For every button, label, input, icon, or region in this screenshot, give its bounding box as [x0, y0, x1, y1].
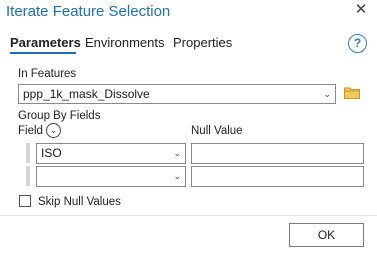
- null-value-header: Null Value: [191, 125, 243, 137]
- dialog-window: Iterate Feature Selection ✕ Parameters E…: [0, 0, 377, 253]
- field-header: Field: [18, 125, 43, 137]
- tab-environments[interactable]: Environments: [85, 35, 164, 51]
- field-value: ISO: [41, 146, 62, 160]
- help-icon[interactable]: ?: [348, 34, 367, 53]
- tab-properties[interactable]: Properties: [173, 35, 232, 51]
- field-combo[interactable]: ⌄: [36, 166, 186, 187]
- in-features-combo[interactable]: ppp_1k_mask_Dissolve ⌄: [18, 84, 336, 104]
- chevron-down-icon[interactable]: ⌄: [46, 123, 61, 138]
- footer-divider: [0, 215, 377, 216]
- field-combo[interactable]: ISO ⌄: [36, 143, 186, 164]
- tab-parameters[interactable]: Parameters: [10, 35, 81, 51]
- chevron-down-icon[interactable]: ⌄: [173, 167, 181, 185]
- folder-icon[interactable]: [344, 86, 360, 99]
- row-handle[interactable]: [26, 143, 30, 163]
- in-features-value: ppp_1k_mask_Dissolve: [23, 87, 150, 101]
- skip-null-checkbox[interactable]: [19, 195, 31, 207]
- chevron-down-icon[interactable]: ⌄: [323, 85, 331, 103]
- ok-button[interactable]: OK: [289, 223, 364, 247]
- dialog-title: Iterate Feature Selection: [6, 3, 171, 20]
- skip-null-label: Skip Null Values: [38, 196, 121, 208]
- null-value-input[interactable]: [191, 143, 364, 164]
- group-by-label: Group By Fields: [18, 110, 101, 122]
- null-value-input[interactable]: [191, 166, 364, 187]
- in-features-label: In Features: [18, 68, 77, 80]
- chevron-down-icon[interactable]: ⌄: [173, 144, 181, 162]
- active-tab-indicator: [10, 52, 76, 54]
- row-handle[interactable]: [26, 166, 30, 186]
- close-icon[interactable]: ✕: [352, 1, 370, 19]
